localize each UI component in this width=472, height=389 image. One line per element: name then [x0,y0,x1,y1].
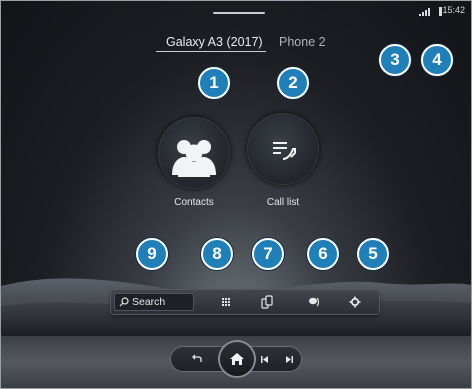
drag-handle[interactable] [213,12,265,14]
phone-main-view: Galaxy A3 (2017) Phone 2 15:42 Contacts … [1,1,471,336]
previous-track-icon [261,355,268,363]
search-icon [119,297,129,307]
callout-1: 1 [198,67,230,99]
devices-button[interactable] [259,294,275,310]
contacts-label: Contacts [174,197,214,208]
contacts-group-icon [172,140,216,177]
call-list-label: Call list [266,197,300,208]
callout-3: 3 [379,44,411,76]
bottom-navigation-bar [1,336,471,388]
clock-time: 15:42 [442,5,465,15]
signal-bars-icon [419,8,430,16]
search-label: Search [132,296,166,308]
voice-message-button[interactable] [307,294,323,310]
phone-toolbar: Search [111,290,379,314]
contacts-tile[interactable] [158,117,230,189]
landscape-background [1,278,471,336]
callout-6: 6 [307,238,339,270]
keypad-icon [222,298,230,306]
back-icon [192,354,202,362]
back-button[interactable] [190,353,204,365]
next-track-icon [286,355,293,363]
active-tab-underline [156,51,266,52]
next-track-button[interactable] [282,353,296,365]
phone-devices-icon [261,295,273,309]
callout-4: 4 [421,44,453,76]
call-list-tile[interactable] [247,113,319,185]
callout-9: 9 [136,238,168,270]
home-icon [230,353,244,365]
home-button[interactable] [220,342,254,376]
callout-8: 8 [201,238,233,270]
voice-message-icon [309,297,320,307]
gear-icon [349,296,361,308]
tab-phone-2[interactable]: Phone 2 [279,35,326,49]
callout-7: 7 [252,238,284,270]
search-button[interactable]: Search [114,293,194,311]
callout-2: 2 [277,67,309,99]
phone-screen: Galaxy A3 (2017) Phone 2 15:42 Contacts … [0,0,472,389]
callout-5: 5 [357,238,389,270]
previous-track-button[interactable] [258,353,272,365]
call-list-icon [273,142,296,160]
keypad-button[interactable] [218,294,234,310]
settings-button[interactable] [347,294,363,310]
tab-galaxy-a3[interactable]: Galaxy A3 (2017) [166,35,263,49]
